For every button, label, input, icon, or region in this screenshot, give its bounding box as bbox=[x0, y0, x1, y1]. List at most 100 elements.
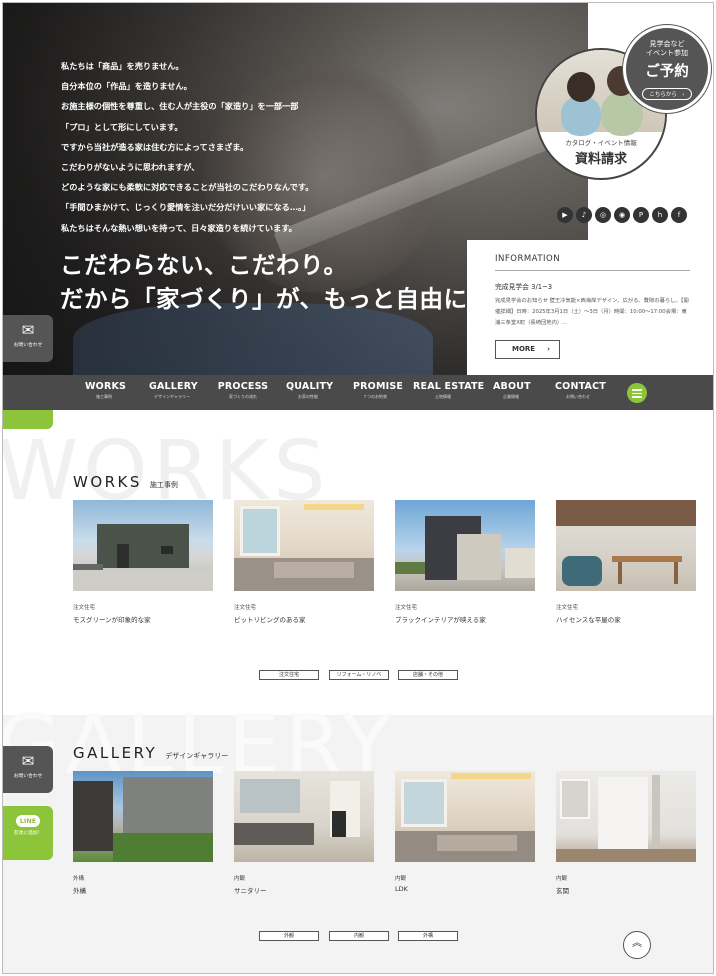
pinterest-icon[interactable]: P bbox=[633, 207, 649, 223]
gallery-photo bbox=[395, 771, 535, 862]
mail-icon: ✉ bbox=[21, 752, 35, 770]
back-to-top-icon[interactable]: ︽ bbox=[623, 931, 651, 959]
request-title: 資料請求 bbox=[574, 152, 627, 167]
tiktok-icon[interactable]: ♪ bbox=[576, 207, 592, 223]
works-photo bbox=[556, 500, 696, 591]
line-side-button[interactable]: LINE 友達に追加！ bbox=[3, 806, 53, 860]
nav-sublabel: 土地情報 bbox=[435, 394, 451, 399]
message-line: 私たちは「商品」を売りません。 bbox=[61, 61, 184, 71]
nav-label: QUALITY bbox=[286, 381, 334, 392]
sns-links: ▶ ♪ ◎ ◉ P h f bbox=[557, 207, 687, 223]
catch-line-1: こだわらない、こだわり。 bbox=[60, 251, 348, 279]
filter-custom-house[interactable]: 注文住宅 bbox=[259, 670, 319, 680]
reserve-title: ご予約 bbox=[645, 64, 689, 80]
nav-promise[interactable]: PROMISE ７つのお約束 bbox=[353, 381, 404, 400]
message-line: 「手間ひまかけて、じっくり愛情を注いだ分だけいい家になる…。」 bbox=[61, 202, 311, 213]
works-card[interactable]: 注文住宅 モスグリーンが印象的な家 bbox=[73, 500, 213, 624]
works-category: 注文住宅 bbox=[234, 605, 257, 611]
nav-quality[interactable]: QUALITY お家の性能 bbox=[286, 381, 334, 400]
page-frame: 私たちは「商品」を売りません。 自分本位の「作品」を造りません。 お施主様の個性… bbox=[2, 2, 714, 974]
info-title[interactable]: 完成見学会 3/1~3 bbox=[495, 281, 691, 291]
gallery-card[interactable]: 内観 サニタリー bbox=[234, 771, 374, 895]
nav-works[interactable]: WORKS 施工事例 bbox=[85, 381, 127, 400]
reservation-button[interactable]: 見学会など イベント参加 ご予約 こちらから › bbox=[623, 25, 711, 113]
gallery-category: 内観 bbox=[556, 876, 568, 882]
works-name: ハイセンスな平屋の家 bbox=[556, 616, 621, 624]
instagram-icon[interactable]: ◎ bbox=[595, 207, 611, 223]
contact-label: お問い合わせ bbox=[13, 774, 43, 779]
request-subtitle: カタログ・イベント情報 bbox=[565, 139, 637, 147]
nav-about[interactable]: ABOUT 企業情報 bbox=[493, 381, 531, 400]
message-line: こだわりがないように思われますが、 bbox=[61, 162, 200, 173]
nav-process[interactable]: PROCESS 家づくりの流れ bbox=[217, 381, 269, 400]
works-card[interactable]: 注文住宅 ピットリビングのある家 bbox=[234, 500, 374, 624]
chevron-right-icon: › bbox=[547, 345, 550, 353]
gallery-photo bbox=[556, 771, 696, 862]
gallery-card[interactable]: 内観 LDK bbox=[395, 771, 535, 893]
nav-real-estate[interactable]: REAL ESTATE 土地情報 bbox=[413, 381, 484, 400]
message-line: どのような家にも柔軟に対応できることが当社のこだわりなんです。 bbox=[61, 182, 314, 193]
filter-exterior-works[interactable]: 外構 bbox=[398, 931, 458, 941]
nav-sublabel: 企業情報 bbox=[503, 394, 519, 399]
nav-sublabel: 家づくりの流れ bbox=[229, 394, 257, 399]
nav-label: CONTACT bbox=[555, 381, 606, 392]
information-box: INFORMATION 完成見学会 3/1~3 完成見学会のお知らせ 壁王冷気能… bbox=[467, 240, 713, 375]
youtube-icon[interactable]: ▶ bbox=[557, 207, 573, 223]
reserve-link: こちらから › bbox=[642, 88, 692, 100]
works-category: 注文住宅 bbox=[395, 605, 418, 611]
houzz-icon[interactable]: h bbox=[652, 207, 668, 223]
nav-sublabel: ７つのお約束 bbox=[363, 394, 387, 399]
gallery-title-en: GALLERY bbox=[73, 744, 158, 762]
works-title: WORKS 施工事例 bbox=[73, 473, 178, 491]
filter-shop-other[interactable]: 店舗・その他 bbox=[398, 670, 458, 680]
works-name: ピットリビングのある家 bbox=[234, 616, 306, 624]
message-line: 「プロ」として形にしています。 bbox=[61, 121, 183, 132]
nav-sublabel: お問い合わせ bbox=[566, 394, 590, 399]
facebook-icon[interactable]: f bbox=[671, 207, 687, 223]
gallery-card[interactable]: 内観 玄関 bbox=[556, 771, 696, 895]
gallery-name: サニタリー bbox=[234, 887, 267, 895]
hero-message: 私たちは「商品」を売りません。 自分本位の「作品」を造りません。 お施主様の個性… bbox=[61, 56, 313, 238]
hero-catchcopy: こだわらない、こだわり。 だから「家づくり」が、もっと自由に。 bbox=[60, 248, 492, 316]
works-photo bbox=[234, 500, 374, 591]
gallery-name: LDK bbox=[395, 885, 408, 893]
catch-line-2: だから「家づくり」が、もっと自由に。 bbox=[60, 285, 492, 313]
nav-label: WORKS bbox=[85, 381, 127, 392]
works-photo bbox=[395, 500, 535, 591]
message-line: ですから当社が造る家は住む方によってさまざま。 bbox=[61, 141, 249, 152]
gallery-category: 内観 bbox=[234, 876, 246, 882]
contact-side-button[interactable]: ✉ お問い合わせ bbox=[3, 315, 53, 362]
more-button[interactable]: MORE › bbox=[495, 340, 560, 359]
nav-contact[interactable]: CONTACT お問い合わせ bbox=[555, 381, 606, 400]
reserve-line-2: イベント参加 bbox=[646, 49, 688, 57]
nav-label: PROMISE bbox=[353, 381, 404, 392]
filter-interior[interactable]: 内観 bbox=[329, 931, 389, 941]
contact-side-button[interactable]: ✉ お問い合わせ bbox=[3, 746, 53, 793]
filter-reform[interactable]: リフォーム・リノベ bbox=[329, 670, 389, 680]
reserve-line-1: 見学会など bbox=[649, 40, 685, 48]
gallery-title: GALLERY デザインギャラリー bbox=[73, 744, 228, 762]
nav-sublabel: お家の性能 bbox=[298, 394, 318, 399]
gallery-category: 外構 bbox=[73, 876, 85, 882]
filter-exterior[interactable]: 外観 bbox=[259, 931, 319, 941]
info-description: 完成見学会のお知らせ 壁王冷気能×西海岸デザイン、広がる、贅隙の暮らし。【開催詳… bbox=[495, 298, 689, 326]
gallery-name: 外構 bbox=[73, 887, 86, 895]
works-card[interactable]: 注文住宅 ブラックインテリアが映える家 bbox=[395, 500, 535, 624]
works-photo bbox=[73, 500, 213, 591]
gallery-card[interactable]: 外構 外構 bbox=[73, 771, 213, 895]
global-nav: WORKS 施工事例 GALLERY デザインギャラリー PROCESS 家づくりの流… bbox=[3, 375, 713, 410]
nav-gallery[interactable]: GALLERY デザインギャラリー bbox=[149, 381, 198, 400]
info-heading: INFORMATION bbox=[495, 254, 690, 271]
menu-icon[interactable] bbox=[627, 383, 647, 403]
line-icon[interactable]: ◉ bbox=[614, 207, 630, 223]
line-badge-icon: LINE bbox=[15, 815, 41, 827]
message-line: お施主様の個性を尊重し、住む人が主役の「家造り」を一部一部 bbox=[61, 101, 299, 112]
gallery-name: 玄関 bbox=[556, 887, 569, 895]
works-card[interactable]: 注文住宅 ハイセンスな平屋の家 bbox=[556, 500, 696, 624]
works-category: 注文住宅 bbox=[73, 605, 96, 611]
gallery-category: 内観 bbox=[395, 876, 407, 882]
gallery-photo bbox=[234, 771, 374, 862]
contact-label: お問い合わせ bbox=[13, 343, 43, 348]
nav-label: ABOUT bbox=[493, 381, 531, 392]
nav-label: PROCESS bbox=[217, 381, 269, 392]
